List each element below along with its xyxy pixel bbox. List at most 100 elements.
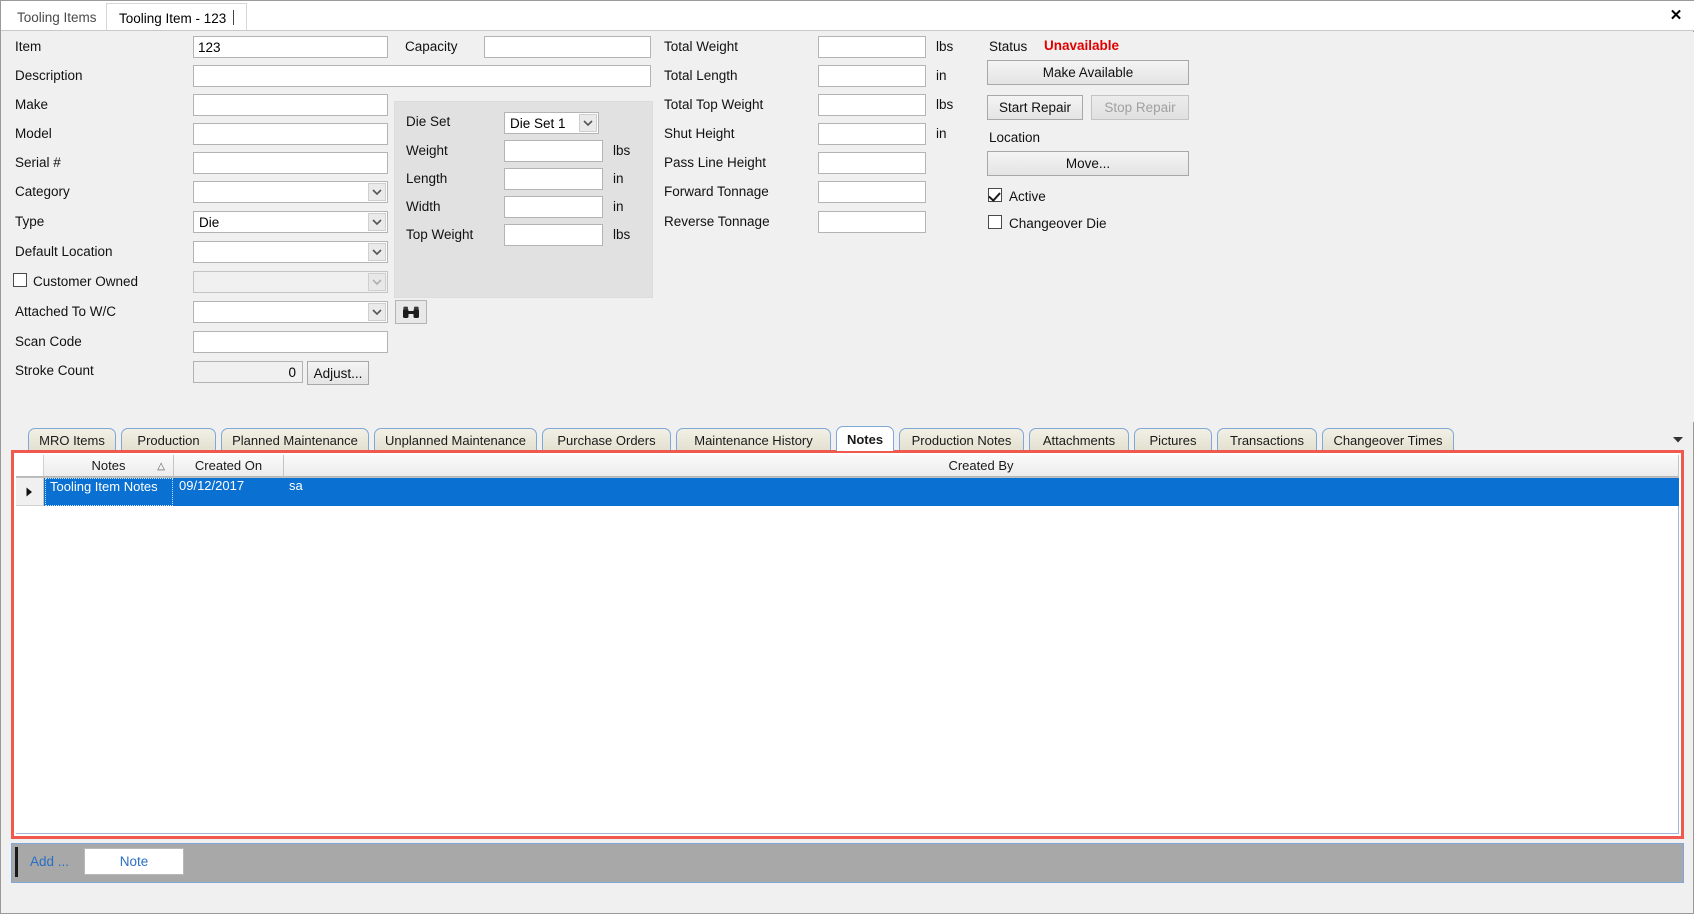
- weight-input[interactable]: [504, 140, 603, 162]
- customer-owned-label: Customer Owned: [33, 274, 139, 289]
- description-input[interactable]: [193, 65, 651, 87]
- attached-to-wc-label: Attached To W/C: [15, 304, 117, 319]
- attached-to-wc-select[interactable]: [193, 301, 388, 323]
- forward-tonnage-input[interactable]: [818, 181, 926, 203]
- tab-purchase-orders[interactable]: Purchase Orders: [542, 428, 671, 451]
- tab-label: Purchase Orders: [557, 432, 656, 448]
- total-weight-input[interactable]: [818, 36, 926, 58]
- tab-mro-items[interactable]: MRO Items: [28, 428, 116, 451]
- cell-created-by[interactable]: sa: [285, 478, 685, 506]
- stop-repair-button: Stop Repair: [1091, 95, 1189, 120]
- capacity-input[interactable]: [484, 36, 651, 58]
- status-label: Status: [989, 39, 1028, 54]
- move-button-label: Move...: [1065, 156, 1111, 171]
- model-input[interactable]: [193, 123, 388, 145]
- column-header-label: Created On: [194, 458, 263, 473]
- make-input[interactable]: [193, 94, 388, 116]
- reverse-tonnage-input[interactable]: [818, 211, 926, 233]
- top-weight-input[interactable]: [504, 224, 603, 246]
- default-location-select[interactable]: [193, 241, 388, 263]
- item-label: Item: [15, 39, 42, 54]
- cell-notes[interactable]: Tooling Item Notes: [45, 478, 173, 506]
- tab-label: Maintenance History: [694, 432, 813, 448]
- footer-accent-bar: [15, 847, 18, 877]
- close-icon[interactable]: ✕: [1665, 5, 1687, 27]
- start-repair-button[interactable]: Start Repair: [987, 95, 1083, 120]
- cell-created-on[interactable]: 09/12/2017: [175, 478, 283, 506]
- column-header-notes[interactable]: Notes △: [44, 455, 174, 477]
- tab-planned-maintenance[interactable]: Planned Maintenance: [221, 428, 369, 451]
- chevron-down-icon[interactable]: [368, 213, 386, 231]
- total-top-weight-input[interactable]: [818, 94, 926, 116]
- customer-owned-checkbox[interactable]: [13, 273, 27, 287]
- description-label: Description: [15, 68, 83, 83]
- tab-notes[interactable]: Notes: [836, 426, 894, 451]
- customer-owned-select[interactable]: [193, 271, 388, 293]
- tab-label: Transactions: [1230, 432, 1304, 448]
- tab-changeover-times[interactable]: Changeover Times: [1322, 428, 1454, 451]
- length-input[interactable]: [504, 168, 603, 190]
- changeover-die-checkbox[interactable]: [988, 215, 1002, 229]
- chevron-down-icon[interactable]: [579, 114, 597, 132]
- active-checkbox[interactable]: [988, 188, 1002, 202]
- notes-grid: Notes △ Created On Created By Tooling It…: [11, 450, 1684, 839]
- tab-pictures[interactable]: Pictures: [1134, 428, 1212, 451]
- tab-overflow-chevron-down-icon[interactable]: [1671, 433, 1685, 447]
- column-header-label: Created By: [948, 458, 1014, 473]
- stroke-count-input[interactable]: 0: [193, 361, 303, 383]
- top-weight-unit: lbs: [613, 227, 631, 242]
- serial-label: Serial #: [15, 155, 61, 170]
- changeover-die-label: Changeover Die: [1009, 216, 1107, 231]
- scan-code-input[interactable]: [193, 331, 388, 353]
- window-tab-tooling-items[interactable]: Tooling Items: [5, 3, 109, 30]
- total-length-input[interactable]: [818, 65, 926, 87]
- item-input[interactable]: 123: [193, 36, 388, 58]
- add-link[interactable]: Add ...: [30, 854, 69, 869]
- tab-unplanned-maintenance[interactable]: Unplanned Maintenance: [374, 428, 537, 451]
- tab-label: Planned Maintenance: [232, 432, 358, 448]
- die-set-label: Die Set: [406, 114, 451, 129]
- width-label: Width: [406, 199, 441, 214]
- make-available-button[interactable]: Make Available: [987, 60, 1189, 85]
- add-note-button[interactable]: Note: [84, 848, 184, 875]
- weight-label: Weight: [406, 143, 448, 158]
- total-top-weight-unit: lbs: [936, 97, 954, 112]
- grid-row-selector-header[interactable]: [16, 455, 44, 477]
- move-button[interactable]: Move...: [987, 151, 1189, 176]
- tab-transactions[interactable]: Transactions: [1217, 428, 1317, 451]
- tab-production[interactable]: Production: [121, 428, 216, 451]
- notes-footer: Add ... Note: [11, 843, 1684, 883]
- adjust-button-label: Adjust...: [313, 365, 363, 381]
- serial-input[interactable]: [193, 152, 388, 174]
- row-indicator: [16, 478, 44, 506]
- top-weight-label: Top Weight: [406, 227, 474, 242]
- chevron-down-icon[interactable]: [368, 243, 386, 261]
- die-set-select[interactable]: Die Set 1: [504, 112, 599, 134]
- die-set-value: Die Set 1: [510, 116, 566, 131]
- chevron-down-icon[interactable]: [368, 183, 386, 201]
- stop-repair-label: Stop Repair: [1104, 100, 1176, 115]
- width-input[interactable]: [504, 196, 603, 218]
- text-cursor: [233, 10, 235, 25]
- sort-ascending-icon: △: [157, 461, 165, 472]
- chevron-down-icon[interactable]: [368, 303, 386, 321]
- tab-label: Changeover Times: [1333, 432, 1443, 448]
- shut-height-input[interactable]: [818, 123, 926, 145]
- forward-tonnage-label: Forward Tonnage: [664, 184, 769, 199]
- column-header-created-by[interactable]: Created By: [284, 455, 1679, 477]
- table-row[interactable]: Tooling Item Notes 09/12/2017 sa: [16, 478, 1679, 506]
- total-weight-label: Total Weight: [664, 39, 739, 54]
- attached-to-wc-lookup-button[interactable]: [395, 300, 427, 324]
- chevron-down-icon[interactable]: [368, 273, 386, 291]
- window-tab-label: Tooling Items: [17, 10, 97, 25]
- type-select[interactable]: Die: [193, 211, 388, 233]
- pass-line-height-input[interactable]: [818, 152, 926, 174]
- column-header-created-on[interactable]: Created On: [174, 455, 284, 477]
- weight-unit: lbs: [613, 143, 631, 158]
- window-tab-tooling-item-123[interactable]: Tooling Item - 123: [106, 3, 248, 30]
- category-select[interactable]: [193, 181, 388, 203]
- tab-maintenance-history[interactable]: Maintenance History: [676, 428, 831, 451]
- tab-attachments[interactable]: Attachments: [1029, 428, 1129, 451]
- adjust-button[interactable]: Adjust...: [307, 361, 369, 385]
- tab-production-notes[interactable]: Production Notes: [899, 428, 1024, 451]
